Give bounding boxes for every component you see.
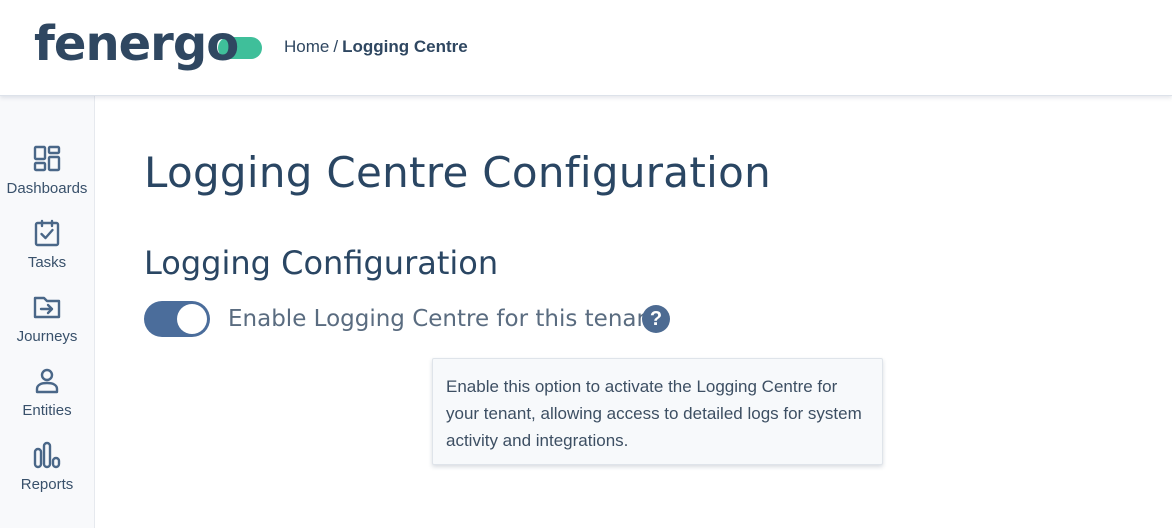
- sidebar-item-dashboards[interactable]: Dashboards: [0, 144, 94, 214]
- sidebar: Dashboards Tasks Journeys Entities Repor…: [0, 96, 95, 528]
- sidebar-item-journeys[interactable]: Journeys: [0, 292, 94, 362]
- sidebar-item-label: Entities: [22, 402, 72, 419]
- logo-text: fenergo: [34, 16, 239, 72]
- person-icon: [35, 368, 59, 394]
- sidebar-item-reports[interactable]: Reports: [0, 440, 94, 510]
- section-title: Logging Configuration: [144, 244, 499, 282]
- clipboard-check-icon: [34, 219, 60, 247]
- toggle-knob: [177, 304, 207, 334]
- breadcrumb: Home / Logging Centre: [284, 37, 468, 57]
- dashboard-icon: [33, 145, 61, 172]
- fenergo-logo[interactable]: fenergo: [34, 14, 263, 74]
- sidebar-item-label: Tasks: [27, 254, 67, 271]
- help-icon[interactable]: ?: [642, 305, 670, 333]
- sidebar-item-entities[interactable]: Entities: [0, 366, 94, 436]
- folder-arrow-icon: [33, 296, 61, 319]
- page-title: Logging Centre Configuration: [144, 148, 771, 197]
- sidebar-item-tasks[interactable]: Tasks: [0, 218, 94, 288]
- sidebar-item-label: Journeys: [16, 328, 78, 345]
- breadcrumb-current: Logging Centre: [342, 37, 468, 56]
- toggle-label: Enable Logging Centre for this tenant: [228, 306, 661, 332]
- sidebar-item-label: Dashboards: [6, 180, 88, 197]
- help-tooltip: Enable this option to activate the Loggi…: [432, 358, 883, 465]
- logging-toggle[interactable]: [144, 301, 210, 337]
- sidebar-item-label: Reports: [20, 476, 74, 493]
- bar-chart-icon: [33, 441, 61, 469]
- top-bar: fenergo Home / Logging Centre: [0, 0, 1172, 96]
- breadcrumb-home[interactable]: Home: [284, 37, 329, 56]
- breadcrumb-separator: /: [333, 37, 339, 56]
